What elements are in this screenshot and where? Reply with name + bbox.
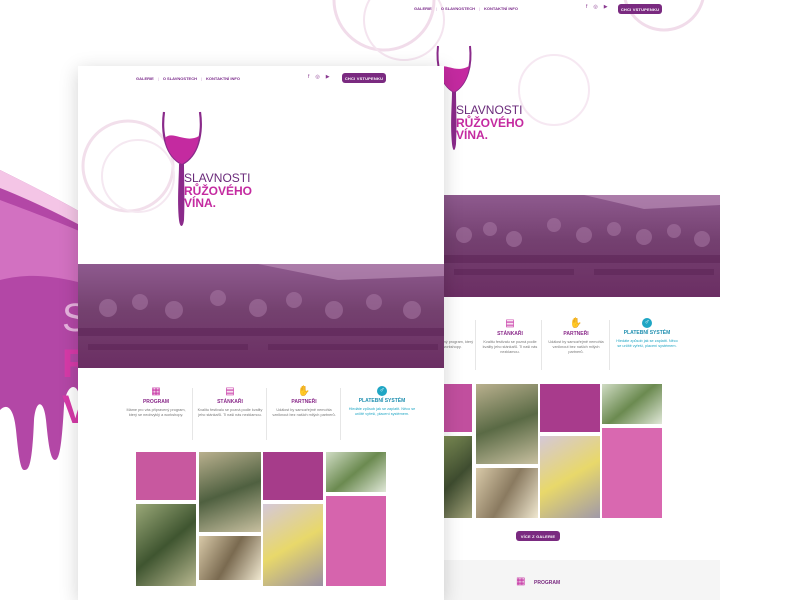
logo-line-3: VÍNA.: [456, 128, 489, 143]
feature-stankari-desc: Kvalitu festivalu se pozná podle kvality…: [197, 408, 263, 418]
logo-text: SLAVNOSTI RŮŽOVÉHO VÍNA.: [184, 172, 252, 210]
handshake-icon: ✋: [297, 386, 311, 397]
payment-icon: ♂: [642, 318, 652, 328]
feature-partneri-title: PARTNEŘI: [563, 331, 589, 337]
program-section: ▦ PROGRAM: [444, 560, 720, 600]
gallery-photo[interactable]: [326, 496, 386, 586]
ticket-button[interactable]: CHCI VSTUPENKU: [342, 73, 386, 83]
social-links: f ◎ ▶: [586, 4, 608, 10]
gallery-photo[interactable]: [476, 468, 538, 518]
youtube-icon[interactable]: ▶: [604, 4, 608, 10]
gallery-grid-front: [136, 452, 388, 600]
gallery-photo[interactable]: [476, 384, 538, 464]
hero-image: [444, 195, 720, 297]
nav-link-galerie[interactable]: GALERIE: [136, 76, 154, 81]
divider: [541, 320, 542, 370]
nav-separator: |: [200, 76, 203, 81]
gallery-grid-back: [444, 384, 720, 518]
nav-link-kontaktni-info[interactable]: KONTAKTNÍ INFO: [484, 6, 518, 11]
features-row-front: ▦ PROGRAM Máme pro vás připravený progra…: [122, 386, 422, 446]
feature-platebni-title: PLATEBNÍ SYSTÉM: [623, 330, 671, 336]
divider: [475, 320, 476, 370]
gallery-photo[interactable]: [540, 436, 600, 518]
feature-program-desc: Máme pro vás připravený program, který s…: [126, 408, 186, 418]
store-icon: ▤: [225, 386, 235, 397]
feature-partneri-desc: Událost by samozřejmě nemohla vzniknout …: [272, 408, 336, 418]
divider: [340, 388, 341, 440]
logo-line-1: SLAVNOSTI: [184, 171, 251, 185]
nav-link-o-slavnostech[interactable]: O SLAVNOSTECH: [441, 6, 475, 11]
gallery-photo[interactable]: [136, 504, 196, 586]
feature-partneri[interactable]: ✋ PARTNEŘI Událost by samozřejmě nemohla…: [270, 386, 338, 418]
nav-link-galerie[interactable]: GALERIE: [414, 6, 432, 11]
gallery-photo[interactable]: [199, 452, 261, 532]
gallery-photo[interactable]: [326, 452, 386, 492]
feature-program[interactable]: ▦ PROGRAM Máme pro vás připravený progra…: [122, 386, 190, 418]
desktop-mockup-front: GALERIE | O SLAVNOSTECH | KONTAKTNÍ INFO…: [78, 66, 444, 600]
gallery-photo[interactable]: [263, 504, 323, 586]
feature-platebni-system[interactable]: ♂ PLATEBNÍ SYSTÉM Hledáte způsob jak se …: [614, 318, 680, 349]
nav-separator: |: [435, 6, 437, 11]
feature-platebni-desc: Hledáte způsob jak se zaplatit. Něco se …: [616, 339, 678, 349]
logo-line-3: VÍNA.: [184, 196, 217, 211]
handshake-icon: ✋: [569, 318, 583, 329]
calendar-icon: ▦: [151, 386, 161, 397]
feature-platebni-title: PLATEBNÍ SYSTÉM: [358, 398, 406, 404]
facebook-icon[interactable]: f: [586, 4, 587, 10]
instagram-icon[interactable]: ◎: [315, 74, 319, 80]
features-row-back: Máme pro vás připravený program, který s…: [405, 318, 720, 374]
feature-stankari[interactable]: ▤ STÁNKAŘI Kvalitu festivalu se pozná po…: [196, 386, 264, 418]
gallery-more-button[interactable]: VÍCE Z GALERIE: [516, 531, 560, 541]
gallery-photo[interactable]: [136, 452, 196, 500]
desktop-mockup-back: GALERIE | O SLAVNOSTECH | KONTAKTNÍ INFO…: [332, 0, 800, 600]
divider: [192, 388, 193, 440]
program-heading: PROGRAM: [534, 580, 561, 586]
payment-icon: ♂: [377, 386, 387, 396]
feature-stankari-title: STÁNKAŘI: [497, 331, 523, 337]
instagram-icon[interactable]: ◎: [593, 4, 597, 10]
nav-separator: |: [478, 6, 481, 11]
feature-partneri-desc: Událost by samozřejmě nemohla vzniknout …: [548, 340, 604, 355]
top-nav: GALERIE | O SLAVNOSTECH | KONTAKTNÍ INFO: [414, 6, 518, 11]
feature-stankari-desc: Kvalitu festivalu se pozná podle kvality…: [482, 340, 538, 355]
feature-stankari[interactable]: ▤ STÁNKAŘI Kvalitu festivalu se pozná po…: [482, 318, 538, 355]
nav-link-o-slavnostech[interactable]: O SLAVNOSTECH: [163, 76, 197, 81]
youtube-icon[interactable]: ▶: [326, 74, 330, 80]
wine-glass-logo-icon: [162, 111, 202, 226]
store-icon: ▤: [505, 318, 515, 329]
feature-platebni-system[interactable]: ♂ PLATEBNÍ SYSTÉM Hledáte způsob jak se …: [344, 386, 420, 417]
nav-link-kontaktni-info[interactable]: KONTAKTNÍ INFO: [206, 76, 240, 81]
feature-partneri[interactable]: ✋ PARTNEŘI Událost by samozřejmě nemohla…: [548, 318, 604, 355]
gallery-photo[interactable]: [602, 428, 662, 518]
gallery-photo[interactable]: [444, 436, 472, 518]
calendar-icon: ▦: [516, 576, 526, 587]
gallery-photo[interactable]: [602, 384, 662, 424]
logo-text: SLAVNOSTI RŮŽOVÉHO VÍNA.: [456, 104, 524, 142]
social-links: f ◎ ▶: [308, 74, 330, 80]
gallery-photo[interactable]: [199, 536, 261, 580]
feature-program-title: PROGRAM: [142, 399, 170, 405]
top-nav: GALERIE | O SLAVNOSTECH | KONTAKTNÍ INFO: [136, 76, 240, 81]
gallery-photo[interactable]: [263, 452, 323, 500]
facebook-icon[interactable]: f: [308, 74, 309, 80]
ticket-button[interactable]: CHCI VSTUPENKU: [618, 4, 662, 14]
nav-separator: |: [157, 76, 159, 81]
gallery-photo[interactable]: [540, 384, 600, 432]
logo-line-1: SLAVNOSTI: [456, 103, 523, 117]
gallery-photo[interactable]: [444, 384, 472, 432]
feature-stankari-title: STÁNKAŘI: [217, 399, 243, 405]
divider: [266, 388, 267, 440]
feature-partneri-title: PARTNEŘI: [291, 399, 317, 405]
feature-platebni-desc: Hledáte způsob jak se zaplatit. Něco se …: [348, 407, 416, 417]
hero-image: [78, 264, 444, 368]
divider: [609, 320, 610, 370]
